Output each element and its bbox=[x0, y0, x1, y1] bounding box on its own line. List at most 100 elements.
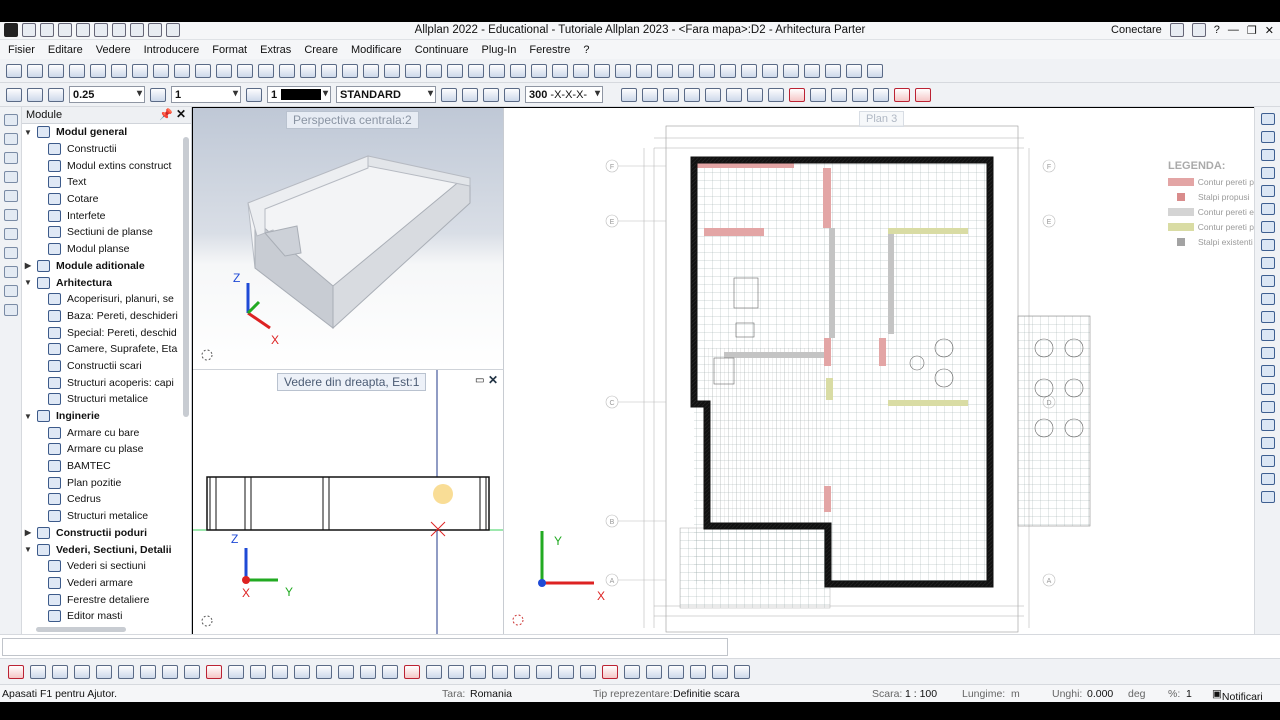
font-size-icon[interactable] bbox=[894, 87, 910, 102]
right-tool-icon[interactable] bbox=[1261, 185, 1275, 197]
right-tool-icon[interactable] bbox=[1261, 167, 1275, 179]
main-tool-icon[interactable] bbox=[111, 63, 127, 78]
menu-item-8[interactable]: Continuare bbox=[415, 44, 469, 56]
right-tool-icon[interactable] bbox=[1261, 365, 1275, 377]
edit-tool-icon[interactable] bbox=[250, 664, 266, 679]
layer-select[interactable]: STANDARD bbox=[336, 86, 436, 103]
expand-icon[interactable]: ▶ bbox=[22, 261, 34, 270]
hatch-icon[interactable] bbox=[789, 87, 805, 102]
edit-tool-icon[interactable] bbox=[558, 664, 574, 679]
right-tool-icon[interactable] bbox=[1261, 149, 1275, 161]
quick-tool-icon[interactable] bbox=[4, 285, 18, 297]
edit-tool-icon[interactable] bbox=[668, 664, 684, 679]
reference-scale-icon[interactable] bbox=[504, 87, 520, 102]
module-tree-item[interactable]: Baza: Pereti, deschideri bbox=[22, 308, 181, 325]
pencil-icon[interactable] bbox=[48, 87, 64, 102]
navigation-icon[interactable] bbox=[201, 349, 213, 361]
module-tree-item[interactable]: Cotare bbox=[22, 191, 181, 208]
main-tool-icon[interactable] bbox=[762, 63, 778, 78]
close-icon[interactable]: ✕ bbox=[1265, 24, 1274, 37]
right-tool-icon[interactable] bbox=[1261, 383, 1275, 395]
text-style-icon[interactable] bbox=[621, 87, 637, 102]
paint-bucket-icon[interactable] bbox=[915, 87, 931, 102]
edit-tool-icon[interactable] bbox=[712, 664, 728, 679]
quick-tool-icon[interactable] bbox=[4, 152, 18, 164]
text-abc-icon[interactable] bbox=[642, 87, 658, 102]
right-tool-icon[interactable] bbox=[1261, 329, 1275, 341]
menu-item-7[interactable]: Modificare bbox=[351, 44, 402, 56]
edit-tool-icon[interactable] bbox=[360, 664, 376, 679]
main-tool-icon[interactable] bbox=[615, 63, 631, 78]
menu-item-6[interactable]: Creare bbox=[304, 44, 338, 56]
main-tool-icon[interactable] bbox=[867, 63, 883, 78]
menu-item-10[interactable]: Ferestre bbox=[529, 44, 570, 56]
edit-tool-icon[interactable] bbox=[734, 664, 750, 679]
right-tool-icon[interactable] bbox=[1261, 419, 1275, 431]
main-tool-icon[interactable] bbox=[132, 63, 148, 78]
command-input[interactable] bbox=[2, 638, 728, 656]
module-tree-item[interactable]: ▼ Modul general bbox=[22, 124, 181, 141]
main-tool-icon[interactable] bbox=[195, 63, 211, 78]
edit-tool-icon[interactable] bbox=[448, 664, 464, 679]
settings-icon[interactable] bbox=[1191, 23, 1206, 37]
quick-tool-icon[interactable] bbox=[4, 247, 18, 259]
quick-tool-icon[interactable] bbox=[4, 304, 18, 316]
module-tree-item[interactable]: Constructii bbox=[22, 141, 181, 158]
right-tool-icon[interactable] bbox=[1261, 239, 1275, 251]
quick-tool-icon[interactable] bbox=[4, 209, 18, 221]
main-tool-icon[interactable] bbox=[300, 63, 316, 78]
right-tool-icon[interactable] bbox=[1261, 437, 1275, 449]
right-tool-icon[interactable] bbox=[1261, 275, 1275, 287]
style-area-icon[interactable] bbox=[873, 87, 889, 102]
menu-item-5[interactable]: Extras bbox=[260, 44, 291, 56]
right-tool-icon[interactable] bbox=[1261, 347, 1275, 359]
edit-tool-icon[interactable] bbox=[426, 664, 442, 679]
menu-item-9[interactable]: Plug-In bbox=[482, 44, 517, 56]
edit-tool-icon[interactable] bbox=[140, 664, 156, 679]
main-tool-icon[interactable] bbox=[363, 63, 379, 78]
connect-link[interactable]: Conectare bbox=[1111, 24, 1162, 36]
pen-icon[interactable] bbox=[27, 87, 43, 102]
pen-thickness-select[interactable]: 0.25 bbox=[69, 86, 145, 103]
status-notify[interactable]: ▣ Notificari bbox=[1212, 688, 1263, 703]
main-tool-icon[interactable] bbox=[27, 63, 43, 78]
main-tool-icon[interactable] bbox=[720, 63, 736, 78]
number-icon[interactable] bbox=[663, 87, 679, 102]
line-type-select[interactable]: 1 bbox=[171, 86, 241, 103]
main-tool-icon[interactable] bbox=[405, 63, 421, 78]
right-tool-icon[interactable] bbox=[1261, 257, 1275, 269]
main-tool-icon[interactable] bbox=[846, 63, 862, 78]
right-tool-icon[interactable] bbox=[1261, 401, 1275, 413]
module-tree-item[interactable]: Armare cu bare bbox=[22, 424, 181, 441]
status-angle-unit[interactable]: deg bbox=[1128, 688, 1146, 700]
main-tool-icon[interactable] bbox=[699, 63, 715, 78]
edit-tool-icon[interactable] bbox=[206, 664, 222, 679]
main-tool-icon[interactable] bbox=[804, 63, 820, 78]
minimize-icon[interactable]: — bbox=[1228, 24, 1239, 36]
module-tree-item[interactable]: Modul planse bbox=[22, 241, 181, 258]
module-tree-item[interactable]: Structuri acoperis: capi bbox=[22, 374, 181, 391]
module-tree-item[interactable]: Structuri metalice bbox=[22, 508, 181, 525]
edit-tool-icon[interactable] bbox=[470, 664, 486, 679]
scale-select[interactable]: 300 -X-X-X- bbox=[525, 86, 603, 103]
status-scale[interactable]: 1 : 100 bbox=[905, 688, 937, 700]
text-underline-icon[interactable] bbox=[684, 87, 700, 102]
main-tool-icon[interactable] bbox=[384, 63, 400, 78]
quick-tool-icon[interactable] bbox=[4, 266, 18, 278]
text-frame-icon[interactable] bbox=[705, 87, 721, 102]
edit-tool-icon[interactable] bbox=[514, 664, 530, 679]
module-tree-item[interactable]: Ferestre detaliere bbox=[22, 591, 181, 608]
menu-item-11[interactable]: ? bbox=[583, 44, 589, 56]
main-tool-icon[interactable] bbox=[216, 63, 232, 78]
layer-visibility-icon[interactable] bbox=[462, 87, 478, 102]
layer-settings-icon[interactable] bbox=[441, 87, 457, 102]
module-tree-item[interactable]: Constructii scari bbox=[22, 358, 181, 375]
sheet-icon[interactable] bbox=[768, 87, 784, 102]
module-tree-item[interactable]: Editor masti bbox=[22, 608, 181, 622]
attribute-icon[interactable] bbox=[747, 87, 763, 102]
quick-tool-icon[interactable] bbox=[4, 171, 18, 183]
module-tree-item[interactable]: Camere, Suprafete, Eta bbox=[22, 341, 181, 358]
module-tree-item[interactable]: Text bbox=[22, 174, 181, 191]
quick-tool-icon[interactable] bbox=[4, 133, 18, 145]
main-tool-icon[interactable] bbox=[468, 63, 484, 78]
